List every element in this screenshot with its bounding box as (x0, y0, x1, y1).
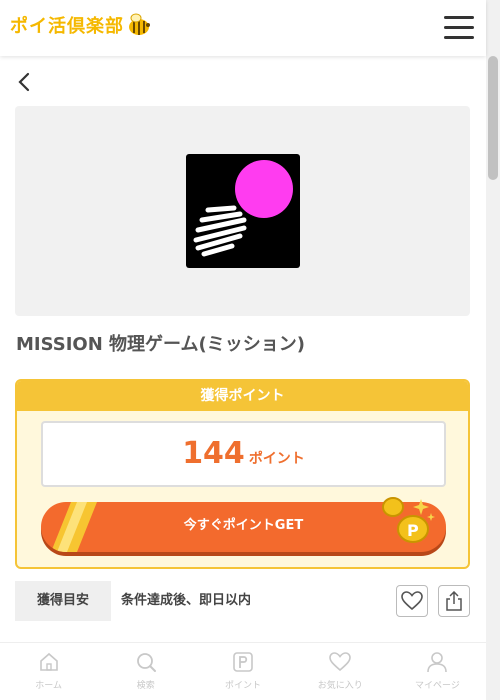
button-stripe-decoration (51, 502, 97, 552)
heart-icon (401, 591, 423, 611)
app-icon (186, 154, 300, 268)
nav-item-points[interactable]: ポイント (194, 643, 291, 700)
point-value: 144 (182, 436, 245, 471)
svg-text:P: P (407, 521, 419, 540)
scrollbar[interactable] (486, 0, 500, 700)
nav-item-home[interactable]: ホーム (0, 643, 97, 700)
scrollbar-thumb[interactable] (488, 56, 498, 180)
share-button[interactable] (438, 585, 470, 617)
point-card-header: 獲得ポイント (17, 381, 468, 411)
nav-label: ホーム (35, 681, 62, 691)
nav-label: マイページ (415, 681, 460, 691)
menu-line (444, 36, 474, 39)
acquisition-label: 獲得目安 (15, 581, 111, 621)
point-box: 144 ポイント (41, 421, 446, 487)
get-points-label: 今すぐポイントGET (183, 518, 304, 533)
page-title: MISSION 物理ゲーム(ミッション) (16, 334, 305, 355)
share-icon (446, 591, 462, 611)
bottom-navigation: ホーム 検索 ポイント お気に入り マイページ (0, 642, 486, 700)
point-unit: ポイント (248, 451, 305, 467)
nav-item-search[interactable]: 検索 (97, 643, 194, 700)
point-card: 獲得ポイント 144 ポイント 今すぐポイントGET P (15, 379, 470, 569)
nav-label: 検索 (136, 681, 155, 691)
search-icon (136, 653, 156, 672)
acquisition-info-row: 獲得目安 条件達成後、即日以内 (15, 581, 470, 621)
acquisition-value: 条件達成後、即日以内 (121, 593, 252, 608)
hamburger-menu-icon[interactable] (444, 14, 476, 42)
nav-item-favorites[interactable]: お気に入り (292, 643, 389, 700)
nav-label: お気に入り (317, 681, 363, 691)
site-header: ポイ活倶楽部 (0, 0, 486, 56)
nav-label: ポイント (225, 681, 262, 691)
bee-icon (129, 13, 150, 35)
site-logo[interactable]: ポイ活倶楽部 (10, 12, 152, 38)
user-icon (427, 652, 448, 673)
menu-line (444, 16, 474, 19)
menu-line (444, 26, 474, 29)
point-icon (233, 652, 253, 672)
nav-item-mypage[interactable]: マイページ (389, 643, 486, 700)
home-icon (39, 652, 58, 671)
chevron-left-icon[interactable] (14, 70, 34, 94)
heart-icon (329, 652, 352, 672)
logo-text: ポイ活倶楽部 (10, 16, 124, 37)
coins-icon: P (382, 497, 435, 543)
favorite-button[interactable] (396, 585, 428, 617)
app-hero-image (15, 106, 470, 316)
